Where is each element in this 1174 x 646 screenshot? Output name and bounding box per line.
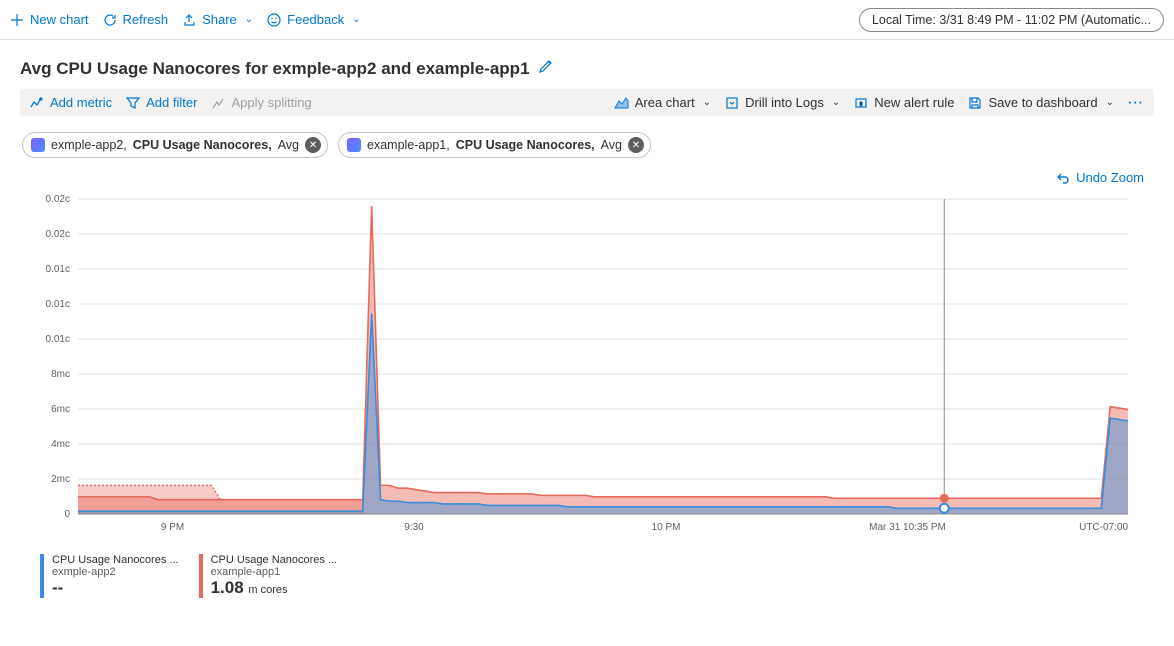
add-metric-icon: [30, 96, 44, 110]
resource-icon: [31, 138, 45, 152]
legend-title: CPU Usage Nanocores ...: [52, 554, 179, 566]
chart-type-label: Area chart: [635, 95, 695, 110]
save-dashboard-button[interactable]: Save to dashboard ⌄: [968, 95, 1114, 110]
plus-icon: [10, 13, 24, 27]
legend-title: CPU Usage Nanocores ...: [211, 554, 338, 566]
feedback-button[interactable]: Feedback ⌄: [267, 12, 360, 27]
apply-splitting-button: Apply splitting: [211, 95, 311, 110]
svg-text:8mc: 8mc: [51, 369, 70, 380]
svg-text:0.02c: 0.02c: [46, 229, 70, 240]
svg-text:UTC-07:00: UTC-07:00: [1079, 522, 1128, 533]
svg-text:4mc: 4mc: [51, 439, 70, 450]
undo-icon: [1056, 171, 1070, 185]
undo-zoom-label: Undo Zoom: [1076, 170, 1144, 185]
legend-unit: m cores: [248, 584, 287, 596]
pill-metric: CPU Usage Nanocores,: [133, 138, 272, 152]
more-button[interactable]: ···: [1128, 95, 1144, 110]
svg-text:0.01c: 0.01c: [46, 334, 70, 345]
undo-zoom-button[interactable]: Undo Zoom: [1056, 170, 1144, 185]
chart-title: Avg CPU Usage Nanocores for exmple-app2 …: [20, 59, 530, 79]
share-button[interactable]: Share ⌄: [182, 12, 253, 27]
legend-item[interactable]: CPU Usage Nanocores ...example-app11.08 …: [199, 554, 338, 598]
apply-splitting-label: Apply splitting: [231, 95, 311, 110]
top-toolbar: New chart Refresh Share ⌄ Feedback ⌄ Loc…: [0, 0, 1174, 40]
legend-item[interactable]: CPU Usage Nanocores ...exmple-app2--: [40, 554, 179, 598]
legend-color-bar: [199, 554, 203, 598]
refresh-icon: [103, 13, 117, 27]
add-metric-label: Add metric: [50, 95, 112, 110]
svg-text:10 PM: 10 PM: [652, 522, 681, 533]
remove-pill-button[interactable]: ✕: [305, 137, 321, 153]
add-filter-label: Add filter: [146, 95, 197, 110]
legend-value: --: [52, 578, 179, 598]
chevron-down-icon: ⌄: [245, 14, 253, 25]
area-chart-icon: [614, 96, 629, 110]
legend-color-bar: [40, 554, 44, 598]
svg-text:0.02c: 0.02c: [46, 194, 70, 205]
smile-icon: [267, 13, 281, 27]
chart-title-row: Avg CPU Usage Nanocores for exmple-app2 …: [0, 40, 1174, 89]
new-chart-button[interactable]: New chart: [10, 12, 89, 27]
new-chart-label: New chart: [30, 12, 89, 27]
undo-zoom-row: Undo Zoom: [0, 164, 1174, 194]
new-alert-button[interactable]: New alert rule: [854, 95, 954, 110]
svg-text:9:30: 9:30: [404, 522, 424, 533]
legend-sub: example-app1: [211, 566, 338, 578]
remove-pill-button[interactable]: ✕: [628, 137, 644, 153]
svg-text:0.01c: 0.01c: [46, 299, 70, 310]
pencil-icon: [538, 58, 554, 74]
metrics-toolbar: Add metric Add filter Apply splitting Ar…: [20, 89, 1154, 116]
chart-type-button[interactable]: Area chart ⌄: [614, 95, 711, 110]
pill-agg: Avg: [278, 138, 299, 152]
legend-value: 1.08 m cores: [211, 578, 338, 598]
svg-text:0: 0: [64, 509, 70, 520]
filter-icon: [126, 96, 140, 110]
save-dashboard-label: Save to dashboard: [988, 95, 1097, 110]
time-range-picker[interactable]: Local Time: 3/31 8:49 PM - 11:02 PM (Aut…: [859, 8, 1164, 32]
resource-icon: [347, 138, 361, 152]
share-label: Share: [202, 12, 237, 27]
feedback-label: Feedback: [287, 12, 344, 27]
chevron-down-icon: ⌄: [352, 14, 360, 25]
refresh-label: Refresh: [123, 12, 169, 27]
edit-title-button[interactable]: [538, 58, 554, 79]
svg-text:2mc: 2mc: [51, 474, 70, 485]
new-alert-label: New alert rule: [874, 95, 954, 110]
legend-row: CPU Usage Nanocores ...exmple-app2-- CPU…: [0, 544, 1174, 618]
area-chart[interactable]: 0 2mc 4mc 6mc 8mc 0.01c 0.01c 0.01c 0.02c 0.02c 9 …: [28, 194, 1138, 544]
legend-sub: exmple-app2: [52, 566, 179, 578]
logs-icon: [725, 96, 739, 110]
chevron-down-icon: ⌄: [832, 97, 840, 108]
pill-resource: exmple-app2,: [51, 138, 127, 152]
svg-text:6mc: 6mc: [51, 404, 70, 415]
save-icon: [968, 96, 982, 110]
metric-pill[interactable]: example-app1, CPU Usage Nanocores, Avg ✕: [338, 132, 651, 158]
split-icon: [211, 96, 225, 110]
refresh-button[interactable]: Refresh: [103, 12, 169, 27]
alert-icon: [854, 96, 868, 110]
pill-resource: example-app1,: [367, 138, 450, 152]
chart-container: 0 2mc 4mc 6mc 8mc 0.01c 0.01c 0.01c 0.02c 0.02c 9 …: [28, 194, 1146, 544]
add-filter-button[interactable]: Add filter: [126, 95, 197, 110]
drill-logs-label: Drill into Logs: [745, 95, 824, 110]
pill-agg: Avg: [601, 138, 622, 152]
svg-text:0.01c: 0.01c: [46, 264, 70, 275]
metric-pills-row: exmple-app2,CPU Usage Nanocores,Avg✕exam…: [0, 116, 1174, 164]
chevron-down-icon: ⌄: [1106, 97, 1114, 108]
svg-text:Mar 31 10:35 PM: Mar 31 10:35 PM: [869, 522, 946, 533]
share-icon: [182, 13, 196, 27]
add-metric-button[interactable]: Add metric: [30, 95, 112, 110]
metric-pill[interactable]: exmple-app2, CPU Usage Nanocores, Avg ✕: [22, 132, 328, 158]
svg-text:9 PM: 9 PM: [161, 522, 184, 533]
pill-metric: CPU Usage Nanocores,: [456, 138, 595, 152]
drill-logs-button[interactable]: Drill into Logs ⌄: [725, 95, 840, 110]
chevron-down-icon: ⌄: [703, 97, 711, 108]
